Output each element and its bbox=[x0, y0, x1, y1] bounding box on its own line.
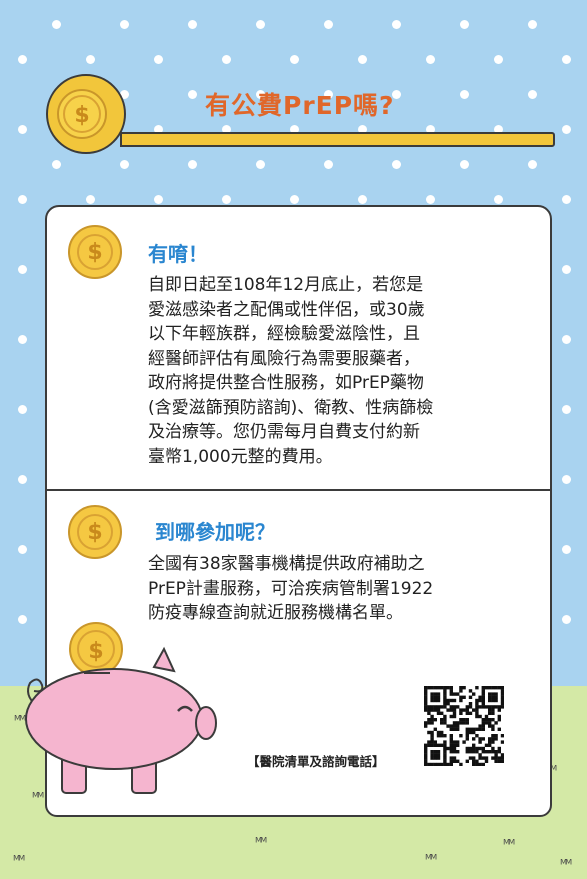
text-line: 臺幣1,000元整的費用。 bbox=[148, 446, 333, 467]
text-line: 政府將提供整合性服務，如PrEP藥物 bbox=[148, 373, 424, 393]
svg-text:$: $ bbox=[88, 639, 103, 664]
dollar-coin-icon: $ bbox=[46, 74, 126, 154]
section-heading-where: 到哪參加呢？ bbox=[155, 520, 275, 544]
card-divider bbox=[47, 489, 550, 491]
piggy-bank-icon: $ bbox=[14, 615, 224, 800]
text-line: PrEP計畫服務，可洽疾病管制署1922 bbox=[148, 578, 434, 599]
svg-text:$: $ bbox=[74, 103, 89, 128]
title-banner-bar bbox=[120, 132, 555, 147]
text-line: 全國有38家醫事機構提供政府補助之 bbox=[148, 554, 425, 574]
text-line: 愛滋感染者之配偶或性伴侶，或30歲 bbox=[148, 299, 425, 320]
text-line: 自即日起至108年12月底止，若您是 bbox=[148, 275, 424, 295]
qr-code-label: 【醫院清單及諮詢電話】 bbox=[247, 754, 385, 769]
section-heading-yes: 有唷！ bbox=[148, 242, 208, 266]
section-body-yes: 自即日起至108年12月底止，若您是 愛滋感染者之配偶或性伴侶，或30歲 以下年… bbox=[148, 273, 433, 469]
dollar-coin-icon: $ bbox=[68, 225, 122, 279]
text-line: 及治療等。您仍需每月自費支付約新 bbox=[148, 422, 420, 442]
text-line: 以下年輕族群，經檢驗愛滋陰性，且 bbox=[148, 324, 420, 344]
page-title: 有公費PrEP嗎? bbox=[205, 91, 395, 120]
dollar-coin-icon: $ bbox=[68, 505, 122, 559]
text-line: 經醫師評估有風險行為需要服藥者， bbox=[148, 348, 420, 369]
text-line: (含愛滋篩預防諮詢)、衛教、性病篩檢 bbox=[148, 397, 434, 418]
qr-code-icon[interactable] bbox=[424, 686, 505, 767]
